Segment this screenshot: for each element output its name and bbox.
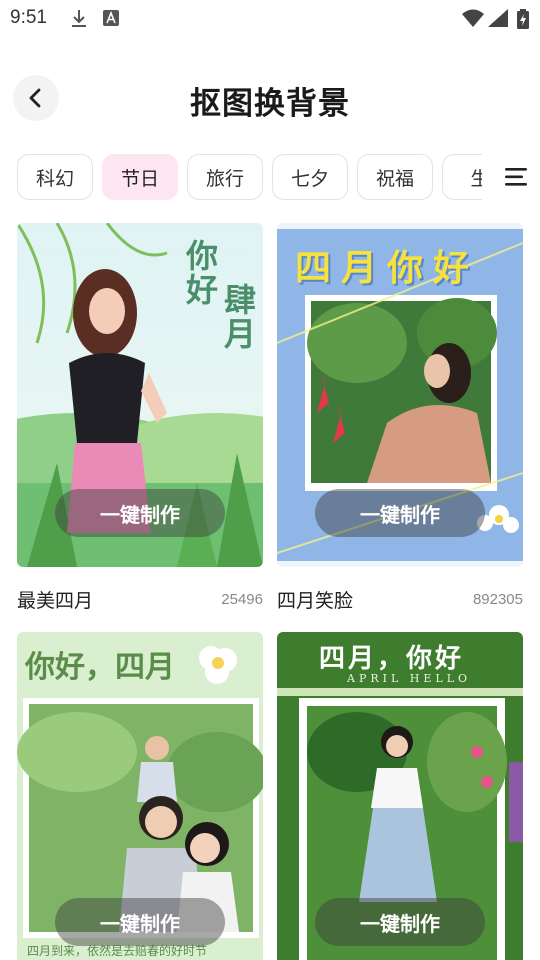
tab-scifi[interactable]: 科幻 <box>17 154 93 200</box>
template-meta: 四月笑脸 892305 <box>277 567 523 631</box>
category-tabs: 科幻 节日 旅行 七夕 祝福 生 <box>17 154 482 200</box>
template-thumbnail[interactable]: 四月，你好 APRIL HELLO 一键制作 <box>277 632 523 960</box>
category-menu-button[interactable] <box>500 160 534 194</box>
one-click-make-button[interactable]: 一键制作 <box>315 898 485 946</box>
template-meta: 最美四月 25496 <box>17 567 263 631</box>
usage-count: 25496 <box>221 590 263 608</box>
poster-text-line2: 肆月 <box>219 283 257 351</box>
poster-title: 四月你好 <box>295 247 480 289</box>
template-name: 四月笑脸 <box>277 589 354 612</box>
template-card[interactable]: 四月你好 一键制作 四月笑脸 892305 <box>277 223 523 631</box>
tab-travel[interactable]: 旅行 <box>187 154 263 200</box>
template-card[interactable]: 你好，四月 四月到来，依然是去赔春的好时节 一键制作 <box>17 632 263 960</box>
usage-count: 892305 <box>472 590 523 608</box>
template-thumbnail[interactable]: 四月你好 一键制作 <box>277 223 523 567</box>
one-click-make-button[interactable]: 一键制作 <box>55 489 225 537</box>
one-click-make-button[interactable]: 一键制作 <box>55 898 225 946</box>
page-title: 抠图换背景 <box>190 86 350 122</box>
template-name: 最美四月 <box>17 589 94 612</box>
poster-title: 你好，四月 <box>25 650 175 685</box>
tab-qixi[interactable]: 七夕 <box>272 154 348 200</box>
tab-festival[interactable]: 节日 <box>102 154 178 200</box>
signal-icon <box>488 9 508 27</box>
poster-subtitle: APRIL HELLO <box>347 672 472 685</box>
template-thumbnail[interactable]: 你好，四月 四月到来，依然是去赔春的好时节 一键制作 <box>17 632 263 960</box>
tab-blessing[interactable]: 祝福 <box>357 154 433 200</box>
status-time: 9:51 <box>10 7 47 28</box>
template-card[interactable]: 四月，你好 APRIL HELLO 一键制作 <box>277 632 523 960</box>
poster-title: 四月，你好 <box>319 644 465 674</box>
status-bar: 9:51 <box>0 0 540 38</box>
download-icon <box>72 10 86 27</box>
template-thumbnail[interactable]: 你好 肆月 一键制作 <box>17 223 263 567</box>
tab-birthday[interactable]: 生 <box>442 154 482 200</box>
template-card[interactable]: 你好 肆月 一键制作 最美四月 25496 <box>17 223 263 631</box>
battery-charging-icon <box>517 9 529 29</box>
header: 抠图换背景 <box>0 70 540 126</box>
one-click-make-button[interactable]: 一键制作 <box>315 489 485 537</box>
text-a-icon <box>103 10 119 26</box>
wifi-icon <box>462 9 484 27</box>
menu-icon <box>505 168 527 186</box>
